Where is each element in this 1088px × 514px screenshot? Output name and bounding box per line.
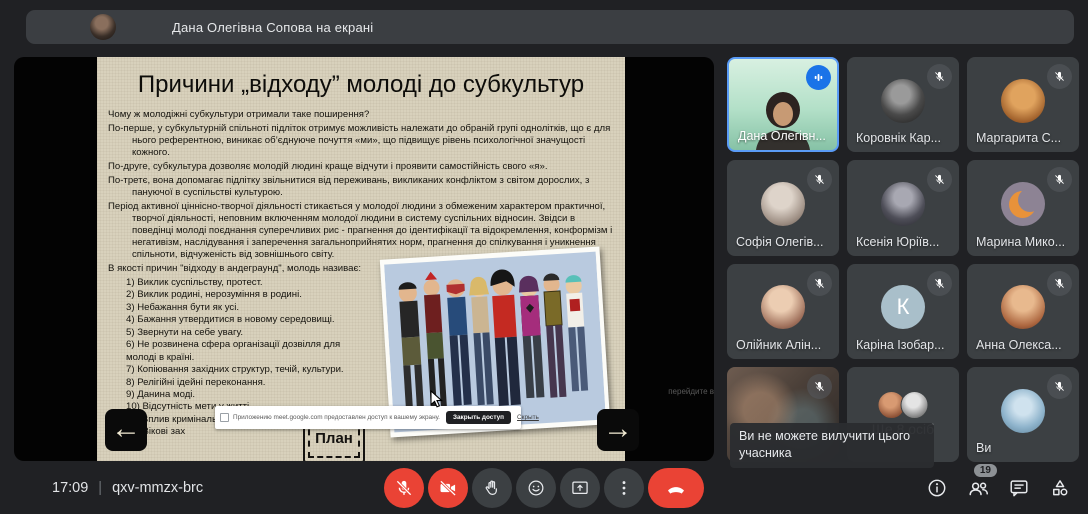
participant-tile-self[interactable]: Ви bbox=[967, 367, 1079, 462]
participant-name: Марина Мико... bbox=[976, 235, 1065, 249]
presenting-banner: Дана Олегівна Сопова на екрані bbox=[26, 10, 1074, 44]
mouse-cursor bbox=[430, 390, 444, 408]
mic-muted-icon bbox=[1047, 167, 1072, 192]
prev-slide-icon: ← bbox=[111, 412, 141, 445]
mic-muted-icon bbox=[1047, 374, 1072, 399]
mic-muted-icon bbox=[807, 167, 832, 192]
camera-toggle-button[interactable] bbox=[428, 468, 468, 508]
raise-hand-button[interactable] bbox=[472, 468, 512, 508]
participant-name: Ви bbox=[976, 441, 991, 455]
participant-name: Каріна Ізобар... bbox=[856, 338, 945, 352]
slide-title: Причини „відходу” молоді до субкультур bbox=[105, 71, 617, 99]
screen-share-notification: Приложению meet.google.com предоставлен … bbox=[215, 406, 521, 429]
participant-name: Ксенія Юріїв... bbox=[856, 235, 939, 249]
slide-paragraph: По-перше, у субкультурній спільноті підл… bbox=[108, 123, 617, 159]
shared-screen-stage: Причини „відходу” молоді до субкультур Ч… bbox=[14, 57, 714, 461]
clock-time: 17:09 bbox=[52, 480, 88, 496]
cannot-remove-tooltip: Ви не можете вилучити цього учасника bbox=[730, 423, 934, 468]
activities-button[interactable] bbox=[1048, 476, 1072, 500]
avatar bbox=[761, 285, 805, 329]
participant-tile-speaker[interactable]: Дана Олегівн... bbox=[727, 57, 839, 152]
next-slide-button[interactable]: → bbox=[597, 409, 639, 451]
screen-share-icon bbox=[220, 413, 229, 422]
participant-tile[interactable]: К Каріна Ізобар... bbox=[847, 264, 959, 359]
mic-muted-icon bbox=[927, 167, 952, 192]
bottom-bar: 17:09 | qxv-mmzx-brc bbox=[0, 462, 1088, 514]
reactions-button[interactable] bbox=[516, 468, 556, 508]
participant-tile[interactable]: Анна Олекса... bbox=[967, 264, 1079, 359]
meeting-details-button[interactable] bbox=[925, 476, 949, 500]
participant-name: Дана Олегівн... bbox=[738, 129, 826, 143]
present-screen-button[interactable] bbox=[560, 468, 600, 508]
chat-panel-button[interactable] bbox=[1007, 476, 1031, 500]
overflow-avatars bbox=[878, 391, 929, 419]
avatar bbox=[881, 79, 925, 123]
participant-count-badge: 19 bbox=[974, 464, 997, 477]
share-message: Приложению meet.google.com предоставлен … bbox=[233, 414, 440, 421]
mic-muted-icon bbox=[927, 64, 952, 89]
participant-tile[interactable]: Маргарита С... bbox=[967, 57, 1079, 152]
presentation-slide: Причини „відходу” молоді до субкультур Ч… bbox=[97, 57, 625, 461]
more-options-button[interactable] bbox=[604, 468, 644, 508]
avatar-crescent-moon bbox=[1001, 182, 1045, 226]
next-slide-icon: → bbox=[603, 412, 633, 445]
participant-name: Олійник Алін... bbox=[736, 338, 821, 352]
watermark-text: перейдите в bbox=[542, 387, 714, 396]
participant-name: Софія Олегів... bbox=[736, 235, 824, 249]
audio-active-icon bbox=[806, 65, 831, 90]
slide-paragraph: Чому ж молодіжні субкультури отримали та… bbox=[108, 109, 617, 121]
participant-grid: Дана Олегівн... Коровнік Кар... Маргарит… bbox=[727, 57, 1079, 462]
participants-panel-button[interactable]: 19 bbox=[966, 476, 990, 500]
participant-tile[interactable]: Ксенія Юріїв... bbox=[847, 160, 959, 255]
participant-name: Анна Олекса... bbox=[976, 338, 1062, 352]
avatar bbox=[761, 182, 805, 226]
participant-tile[interactable]: Олійник Алін... bbox=[727, 264, 839, 359]
meeting-panels: 19 bbox=[925, 462, 1072, 514]
avatar bbox=[1001, 285, 1045, 329]
participant-tile[interactable]: Марина Мико... bbox=[967, 160, 1079, 255]
mic-muted-icon bbox=[1047, 271, 1072, 296]
prev-slide-button[interactable]: ← bbox=[105, 409, 147, 451]
meeting-code: qxv-mmzx-brc bbox=[112, 480, 203, 496]
presenter-label: Дана Олегівна Сопова на екрані bbox=[172, 20, 373, 35]
slide-paragraph: По-третє, вона допомагає підлітку звільн… bbox=[108, 175, 617, 199]
divider: | bbox=[98, 480, 102, 496]
mic-muted-icon bbox=[927, 271, 952, 296]
call-controls bbox=[384, 468, 704, 508]
participant-name: Коровнік Кар... bbox=[856, 131, 941, 145]
avatar bbox=[1001, 79, 1045, 123]
participant-tile[interactable]: Софія Олегів... bbox=[727, 160, 839, 255]
mic-muted-icon bbox=[807, 271, 832, 296]
avatar bbox=[881, 182, 925, 226]
participant-name: Маргарита С... bbox=[976, 131, 1061, 145]
mic-muted-icon bbox=[1047, 64, 1072, 89]
hide-notification-link[interactable]: Скрыть bbox=[517, 414, 539, 421]
end-call-button[interactable] bbox=[648, 468, 704, 508]
avatar-initial: К bbox=[881, 285, 925, 329]
stop-sharing-button[interactable]: Закрыть доступ bbox=[446, 411, 511, 424]
participant-tile[interactable]: Коровнік Кар... bbox=[847, 57, 959, 152]
mic-muted-icon bbox=[807, 374, 832, 399]
avatar bbox=[1001, 389, 1045, 433]
presenter-avatar bbox=[90, 14, 116, 40]
slide-paragraph: По-друге, субкультура дозволяє молодій л… bbox=[108, 161, 617, 173]
mic-toggle-button[interactable] bbox=[384, 468, 424, 508]
